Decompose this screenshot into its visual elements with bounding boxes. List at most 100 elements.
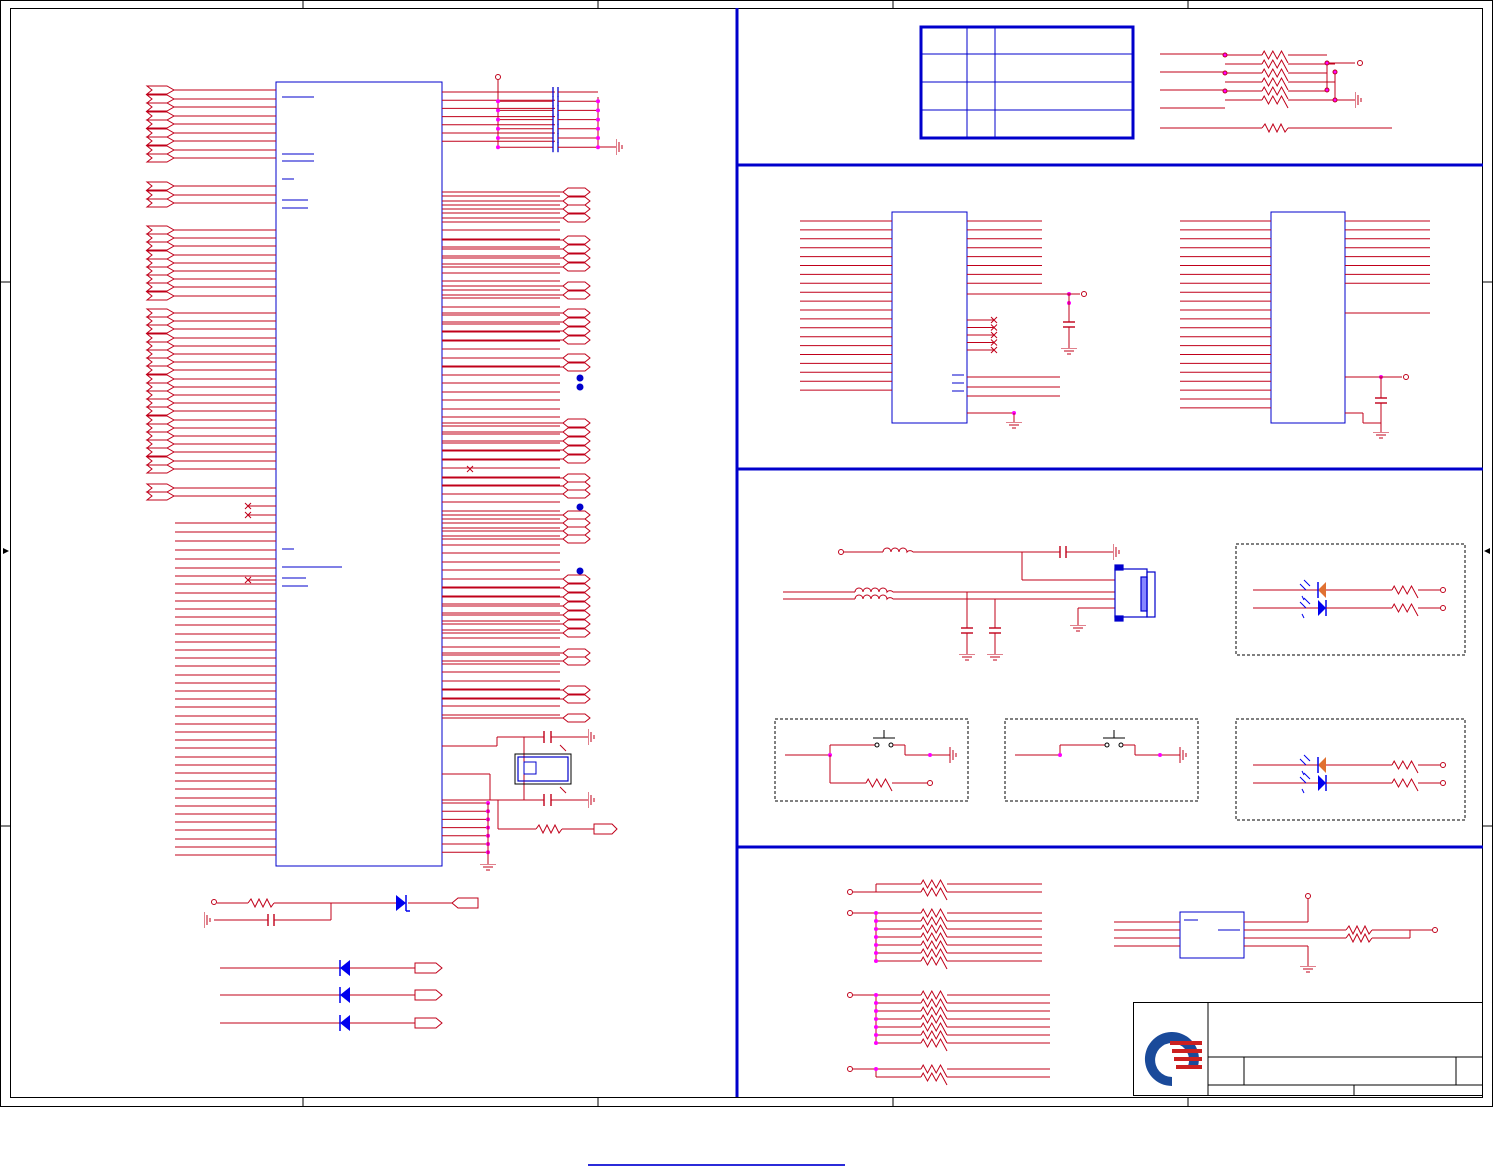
connector-icon [593, 823, 618, 835]
terminal [847, 992, 853, 998]
connector-icon [145, 308, 176, 318]
connector-icon [562, 628, 591, 638]
ground-icon [1061, 348, 1077, 355]
ground-icon [987, 654, 1003, 661]
connector-icon [145, 483, 176, 493]
terminal [847, 1066, 853, 1072]
junction-dot [874, 1009, 878, 1013]
connector-icon [145, 456, 176, 466]
crystal-icon [514, 744, 572, 794]
ic-block-right [1270, 211, 1346, 424]
ground-icon [959, 654, 975, 661]
connector-icon [414, 962, 443, 974]
diode-icon [396, 895, 410, 912]
terminal [847, 889, 853, 895]
connector-icon [145, 241, 176, 251]
junction-dot [596, 145, 600, 150]
connector-icon [562, 685, 591, 695]
reset-circuit [211, 897, 479, 926]
connector-icon [145, 85, 176, 95]
resistor-icon [1261, 94, 1289, 109]
junction-dot [874, 959, 878, 963]
connector-icon [145, 406, 176, 416]
ground-icon [204, 912, 211, 928]
junction-dot [1222, 70, 1228, 76]
resistor-icon [920, 886, 948, 901]
led-group-box [1235, 718, 1466, 821]
junction-dot [874, 1025, 878, 1029]
switch-contact [1118, 742, 1124, 748]
connector-icon [562, 418, 591, 428]
junction-dot [596, 99, 600, 104]
led-icon [1318, 775, 1326, 791]
junction-dot [1222, 52, 1228, 58]
connector-icon [145, 153, 176, 163]
connector-icon [562, 335, 591, 345]
connector-icon [562, 353, 591, 363]
connector-icon [562, 694, 591, 704]
connector-icon [562, 436, 591, 446]
connector-icon [145, 282, 176, 292]
inductor-icon [882, 547, 914, 554]
terminal [1440, 587, 1446, 593]
connector-icon [562, 454, 591, 464]
connector-icon [145, 145, 176, 155]
switch-groups [774, 718, 1199, 802]
connector-icon [145, 341, 176, 351]
connector-icon [145, 225, 176, 235]
junction-dot [928, 753, 932, 757]
hyperlink-underline[interactable] [588, 1164, 845, 1166]
connector-icon [145, 198, 176, 208]
inductor-icon [854, 587, 894, 594]
connector-icon [562, 235, 591, 245]
connector-icon [562, 481, 591, 491]
ground-icon [616, 139, 623, 155]
connector-icon [1114, 564, 1156, 622]
main-ic-right-port-labels [562, 187, 591, 723]
connector-icon [145, 94, 176, 104]
switch-contact [888, 742, 894, 748]
connector-icon [145, 464, 176, 474]
resistor-icon [920, 1071, 948, 1086]
switch-group-box [1004, 718, 1199, 802]
resistor-icon [865, 777, 893, 792]
junction-dot [1222, 88, 1228, 94]
connector-icon [562, 253, 591, 263]
connector-icon [145, 128, 176, 138]
small-ic-wires [1114, 893, 1438, 966]
small-ic [1179, 911, 1245, 959]
connector-icon [145, 324, 176, 334]
led-icon [1318, 757, 1326, 773]
ground-icon [1373, 432, 1389, 439]
pull-resistor-arrays [847, 878, 1050, 1086]
connector-icon [145, 111, 176, 121]
strap-table [919, 25, 1135, 140]
connector-icon [145, 316, 176, 326]
net-dot [576, 567, 584, 575]
connector-icon [145, 102, 176, 112]
diode-array [220, 960, 443, 1031]
terminal [847, 910, 853, 916]
junction-dot [496, 136, 500, 140]
connector-icon [562, 648, 591, 658]
switch-icon [873, 730, 895, 739]
junction-dot [496, 117, 500, 122]
connector-icon [145, 258, 176, 268]
connector-icon [562, 427, 591, 437]
switch-contact [1104, 742, 1110, 748]
connector-icon [562, 534, 591, 544]
connector-icon [562, 244, 591, 254]
connector-icon [562, 445, 591, 455]
connector-icon [414, 989, 443, 1001]
connector-icon [145, 491, 176, 501]
connector-icon [562, 308, 591, 318]
resistor-icon [1391, 584, 1419, 599]
junction-dot [874, 927, 878, 931]
resistor-icon [920, 955, 948, 970]
net-dot [576, 374, 584, 382]
junction-dot [496, 99, 500, 104]
terminal [1440, 762, 1446, 768]
connector-icon [145, 349, 176, 359]
strap-resistor-network [1160, 49, 1392, 134]
connector-icon [414, 1017, 443, 1029]
